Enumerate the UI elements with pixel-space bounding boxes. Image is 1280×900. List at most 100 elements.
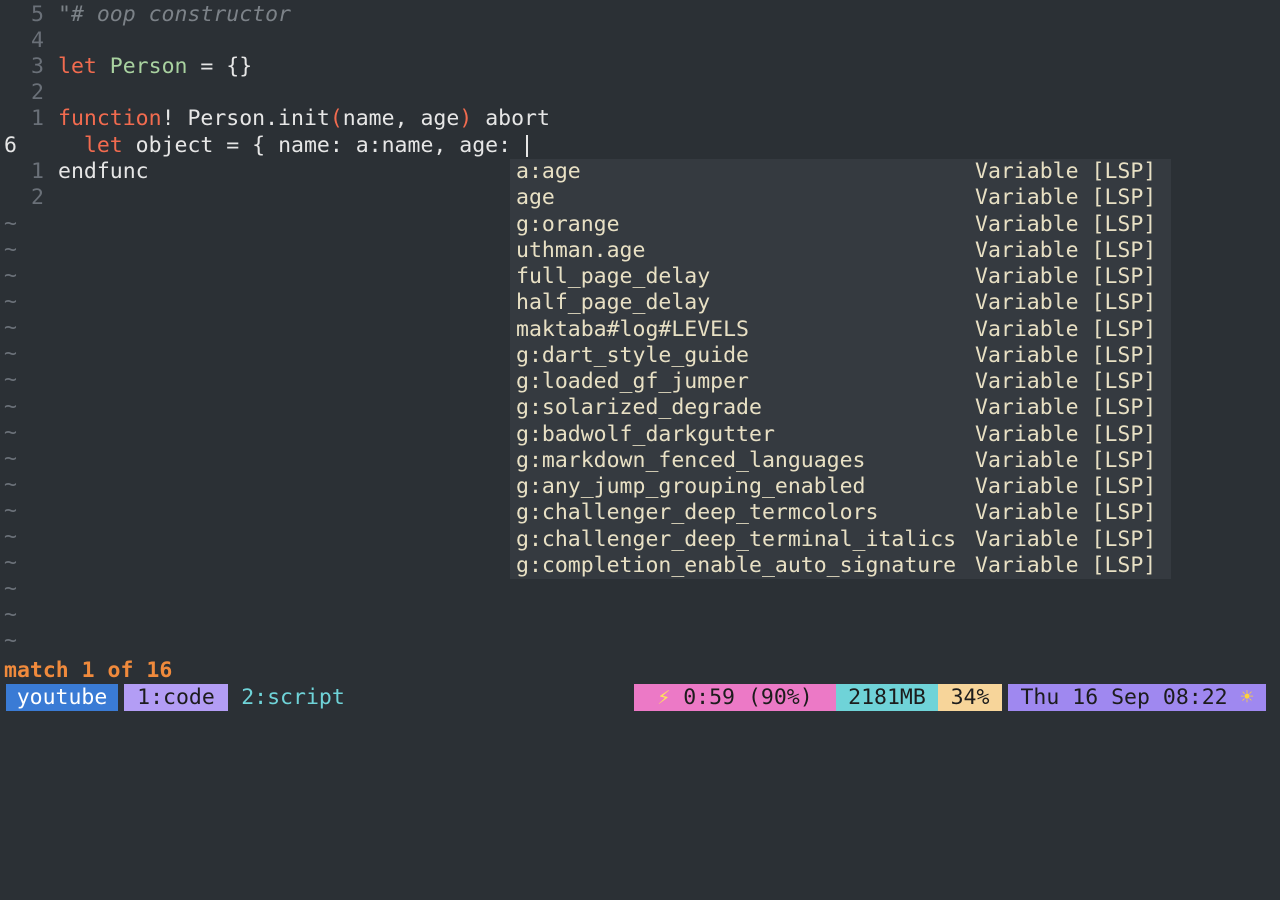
tilde-marker: ~ xyxy=(4,315,17,341)
completion-kind: Variable [LSP] xyxy=(975,369,1157,394)
code-line[interactable]: 2 xyxy=(0,80,1270,106)
tilde-marker: ~ xyxy=(4,419,17,445)
line-number: 1 xyxy=(31,106,44,132)
completion-word: g:challenger_deep_terminal_italics xyxy=(516,526,957,552)
code-line[interactable]: 3 let Person = {} xyxy=(0,54,1270,80)
completion-item[interactable]: g:completion_enable_auto_signature Variab… xyxy=(510,553,1171,579)
completion-word: g:orange xyxy=(516,211,620,237)
completion-item[interactable]: uthman.age Variable [LSP] xyxy=(510,238,1171,264)
completion-word: a:age xyxy=(516,159,581,184)
code-line[interactable]: 6 let object = { name: a:name, age: xyxy=(0,133,1270,159)
code-token: function xyxy=(58,106,162,132)
code-text[interactable]: endfunc xyxy=(58,159,149,185)
line-number: 2 xyxy=(31,80,44,106)
code-token: endfunc xyxy=(58,158,149,184)
completion-popup[interactable]: a:age Variable [LSP] age Variable [LSP] g:or… xyxy=(510,159,1171,579)
tilde-marker: ~ xyxy=(4,576,17,602)
command-line-message: match 1 of 16 xyxy=(4,658,173,683)
completion-item[interactable]: age Variable [LSP] xyxy=(510,185,1171,211)
battery-status: ⚡ 0:59 (90%) xyxy=(634,684,836,711)
code-token: name, age xyxy=(342,106,460,132)
completion-kind: Variable [LSP] xyxy=(975,447,1157,473)
completion-item[interactable]: maktaba#log#LEVELS Variable [LSP] xyxy=(510,317,1171,343)
code-line[interactable]: 1 function! Person.init(name, age) abort xyxy=(0,106,1270,132)
tilde-marker: ~ xyxy=(4,628,17,654)
code-line[interactable]: 4 xyxy=(0,28,1270,54)
tilde-marker: ~ xyxy=(4,445,17,471)
code-token: object = { name: a:name, age: xyxy=(122,132,525,158)
completion-word: g:loaded_gf_jumper xyxy=(516,369,749,394)
code-text[interactable]: let object = { name: a:name, age: xyxy=(58,132,529,159)
completion-word: maktaba#log#LEVELS xyxy=(516,316,749,342)
completion-kind: Variable [LSP] xyxy=(975,500,1157,526)
completion-item[interactable]: g:badwolf_darkgutter Variable [LSP] xyxy=(510,422,1171,448)
tilde-marker: ~ xyxy=(4,263,17,288)
tmux-window-code[interactable]: 1:code xyxy=(124,684,228,711)
code-text[interactable]: let Person = {} xyxy=(58,54,252,80)
completion-item[interactable]: g:orange Variable [LSP] xyxy=(510,212,1171,238)
code-token: = {} xyxy=(187,54,253,80)
code-token: "# oop constructor xyxy=(58,2,291,27)
line-number: 3 xyxy=(31,54,44,80)
line-number: 2 xyxy=(31,184,44,210)
lightning-icon: ⚡ xyxy=(657,685,671,710)
tmux-session-name[interactable]: youtube xyxy=(6,684,118,711)
tilde-marker: ~ xyxy=(4,471,17,497)
line-number: 4 xyxy=(31,28,44,54)
line-number: 6 xyxy=(4,132,17,158)
completion-word: uthman.age xyxy=(516,237,646,263)
code-token: Person xyxy=(109,54,188,80)
completion-item[interactable]: g:loaded_gf_jumper Variable [LSP] xyxy=(510,369,1171,395)
completion-word: g:badwolf_darkgutter xyxy=(516,421,775,447)
date-time-label: Thu 16 Sep 08:22 xyxy=(1020,685,1228,710)
bottom-strip xyxy=(0,711,1280,720)
completion-kind: Variable [LSP] xyxy=(975,211,1157,237)
completion-word: full_page_delay xyxy=(516,264,711,289)
completion-word: g:challenger_deep_termcolors xyxy=(516,500,879,526)
completion-kind: Variable [LSP] xyxy=(975,316,1157,342)
tilde-marker: ~ xyxy=(4,289,17,315)
completion-item[interactable]: half_page_delay Variable [LSP] xyxy=(510,290,1171,316)
completion-item[interactable]: full_page_delay Variable [LSP] xyxy=(510,264,1171,290)
tilde-marker: ~ xyxy=(4,210,17,236)
tilde-marker: ~ xyxy=(4,236,17,262)
code-text[interactable]: function! Person.init(name, age) abort xyxy=(58,106,550,132)
completion-kind: Variable [LSP] xyxy=(975,421,1157,447)
completion-word: g:dart_style_guide xyxy=(516,342,749,368)
tilde-marker: ~ xyxy=(4,341,17,367)
tmux-window-script[interactable]: 2:script xyxy=(234,684,352,711)
empty-line-marker: ~ xyxy=(0,628,1270,654)
completion-kind: Variable [LSP] xyxy=(975,552,1157,578)
empty-line-marker: ~ xyxy=(0,576,1270,602)
completion-kind: Variable [LSP] xyxy=(975,290,1157,316)
completion-word: g:markdown_fenced_languages xyxy=(516,447,866,473)
code-line[interactable]: 5 "# oop constructor xyxy=(0,2,1270,28)
memory-usage: 2181MB xyxy=(836,684,938,711)
completion-word: half_page_delay xyxy=(516,290,711,316)
code-token: let xyxy=(58,54,97,80)
tmux-status-bar: youtube 1:code 2:script ⚡ 0:59 (90%) 218… xyxy=(0,684,1280,711)
tilde-marker: ~ xyxy=(4,367,17,393)
completion-item[interactable]: g:dart_style_guide Variable [LSP] xyxy=(510,343,1171,369)
completion-item[interactable]: g:any_jump_grouping_enabled Variable [LSP… xyxy=(510,474,1171,500)
completion-item[interactable]: g:markdown_fenced_languages Variable [LSP… xyxy=(510,448,1171,474)
tilde-marker: ~ xyxy=(4,393,17,419)
completion-item[interactable]: a:age Variable [LSP] xyxy=(510,159,1171,185)
code-text[interactable]: "# oop constructor xyxy=(58,2,291,28)
completion-item[interactable]: g:challenger_deep_terminal_italics Variab… xyxy=(510,527,1171,553)
code-token: abort xyxy=(472,106,550,132)
code-token: ) xyxy=(459,106,473,132)
tilde-marker: ~ xyxy=(4,550,17,576)
completion-kind: Variable [LSP] xyxy=(975,159,1157,184)
battery-label: 0:59 (90%) xyxy=(683,685,813,710)
sun-icon: ☀ xyxy=(1240,685,1254,710)
completion-item[interactable]: g:solarized_degrade Variable [LSP] xyxy=(510,395,1171,421)
completion-word: g:completion_enable_auto_signature xyxy=(516,552,957,578)
empty-line-marker: ~ xyxy=(0,602,1270,628)
completion-item[interactable]: g:challenger_deep_termcolors Variable [LS… xyxy=(510,500,1171,526)
date-time: Thu 16 Sep 08:22 ☀ xyxy=(1008,684,1266,711)
tilde-marker: ~ xyxy=(4,602,17,628)
cpu-usage: 34% xyxy=(938,684,1002,711)
text-cursor xyxy=(526,134,529,157)
